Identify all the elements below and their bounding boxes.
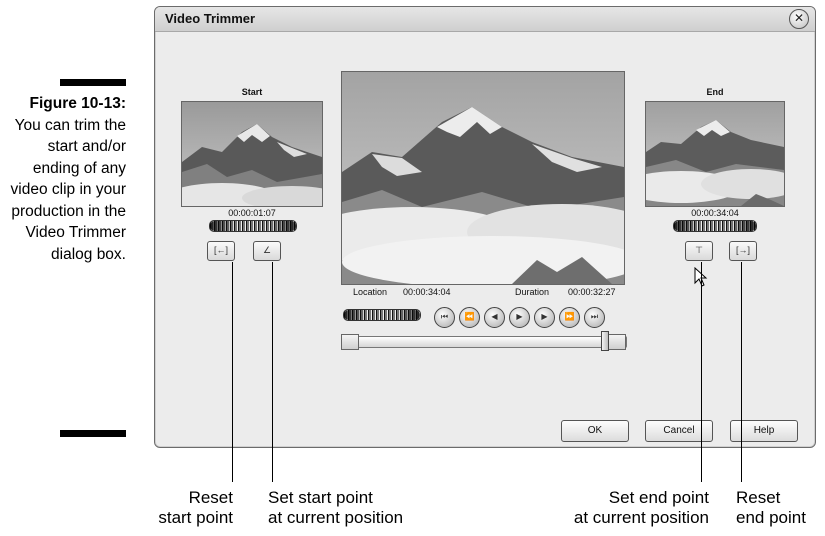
- trim-slider-track[interactable]: [343, 336, 627, 348]
- set-end-button[interactable]: ⊤: [685, 241, 713, 261]
- video-trimmer-dialog: Video Trimmer ✕ Start 00:00:01:07 [←] ∠: [154, 6, 816, 448]
- set-end-callout-line: [701, 262, 702, 482]
- set-start-button[interactable]: ∠: [253, 241, 281, 261]
- set-start-callout: Set start point at current position: [268, 488, 403, 528]
- figure-label: Figure 10-13:: [29, 95, 126, 112]
- fast-forward-icon: ⏩: [564, 312, 575, 321]
- start-panel-title: Start: [241, 87, 263, 97]
- reset-end-icon: [→]: [735, 245, 750, 255]
- end-timecode: 00:00:34:04: [691, 208, 739, 218]
- set-end-callout-line2: at current position: [573, 508, 709, 527]
- reset-start-callout: Reset start point: [158, 488, 233, 528]
- caption-top-rule: [60, 79, 126, 86]
- go-to-end-icon: ⏭: [590, 312, 599, 321]
- play-button[interactable]: ▶: [509, 307, 530, 328]
- main-preview: [341, 71, 625, 285]
- start-jog-wheel[interactable]: [209, 220, 297, 232]
- end-thumbnail: [645, 101, 785, 207]
- reset-start-button[interactable]: [←]: [207, 241, 235, 261]
- end-jog-wheel[interactable]: [673, 220, 757, 232]
- close-icon[interactable]: ✕: [789, 9, 809, 29]
- set-start-callout-line: [272, 262, 273, 482]
- reset-start-icon: [←]: [213, 245, 228, 255]
- reset-end-callout: Reset end point: [736, 488, 806, 528]
- go-to-start-button[interactable]: ⏮: [434, 307, 455, 328]
- reset-end-callout-line1: Reset: [736, 488, 781, 507]
- dialog-titlebar: Video Trimmer ✕: [155, 7, 815, 32]
- preview-jog-wheel[interactable]: [343, 309, 421, 321]
- duration-label: Duration: [515, 287, 550, 297]
- ok-button[interactable]: OK: [561, 420, 629, 442]
- cancel-button[interactable]: Cancel: [645, 420, 713, 442]
- go-to-start-icon: ⏮: [440, 312, 449, 321]
- rewind-icon: ⏪: [464, 312, 475, 321]
- reset-end-callout-line: [741, 262, 742, 482]
- reset-start-callout-line: [232, 262, 233, 482]
- slider-position-thumb[interactable]: [601, 331, 609, 351]
- set-end-callout: Set end point at current position: [574, 488, 709, 528]
- step-forward-icon: ▶: [541, 312, 548, 321]
- set-end-icon: ⊤: [695, 245, 703, 255]
- location-value: 00:00:34:04: [403, 287, 451, 297]
- slider-start-handle[interactable]: [341, 334, 359, 350]
- go-to-end-button[interactable]: ⏭: [584, 307, 605, 328]
- start-timecode: 00:00:01:07: [228, 208, 276, 218]
- set-start-callout-line1: Set start point: [268, 488, 373, 507]
- play-icon: ▶: [516, 312, 523, 321]
- duration-value: 00:00:32:27: [568, 287, 616, 297]
- step-back-button[interactable]: ◀: [484, 307, 505, 328]
- reset-start-callout-line2: start point: [158, 508, 233, 527]
- step-forward-button[interactable]: ▶: [534, 307, 555, 328]
- reset-end-button[interactable]: [→]: [729, 241, 757, 261]
- rewind-button[interactable]: ⏪: [459, 307, 480, 328]
- step-back-icon: ◀: [491, 312, 498, 321]
- caption-bottom-rule: [60, 430, 126, 437]
- reset-end-callout-line2: end point: [736, 508, 806, 527]
- set-end-callout-line1: Set end point: [608, 488, 709, 507]
- figure-caption: Figure 10-13: You can trim the start and…: [0, 93, 126, 265]
- location-label: Location: [353, 287, 388, 297]
- dialog-title: Video Trimmer: [165, 11, 256, 26]
- set-start-icon: ∠: [262, 245, 272, 255]
- start-thumbnail: [181, 101, 323, 207]
- reset-start-callout-line1: Reset: [188, 488, 233, 507]
- end-panel-title: End: [706, 87, 724, 97]
- slider-end-cap[interactable]: [608, 334, 626, 350]
- figure-text: You can trim the start and/or ending of …: [10, 116, 126, 263]
- set-start-callout-line2: at current position: [268, 508, 404, 527]
- fast-forward-button[interactable]: ⏩: [559, 307, 580, 328]
